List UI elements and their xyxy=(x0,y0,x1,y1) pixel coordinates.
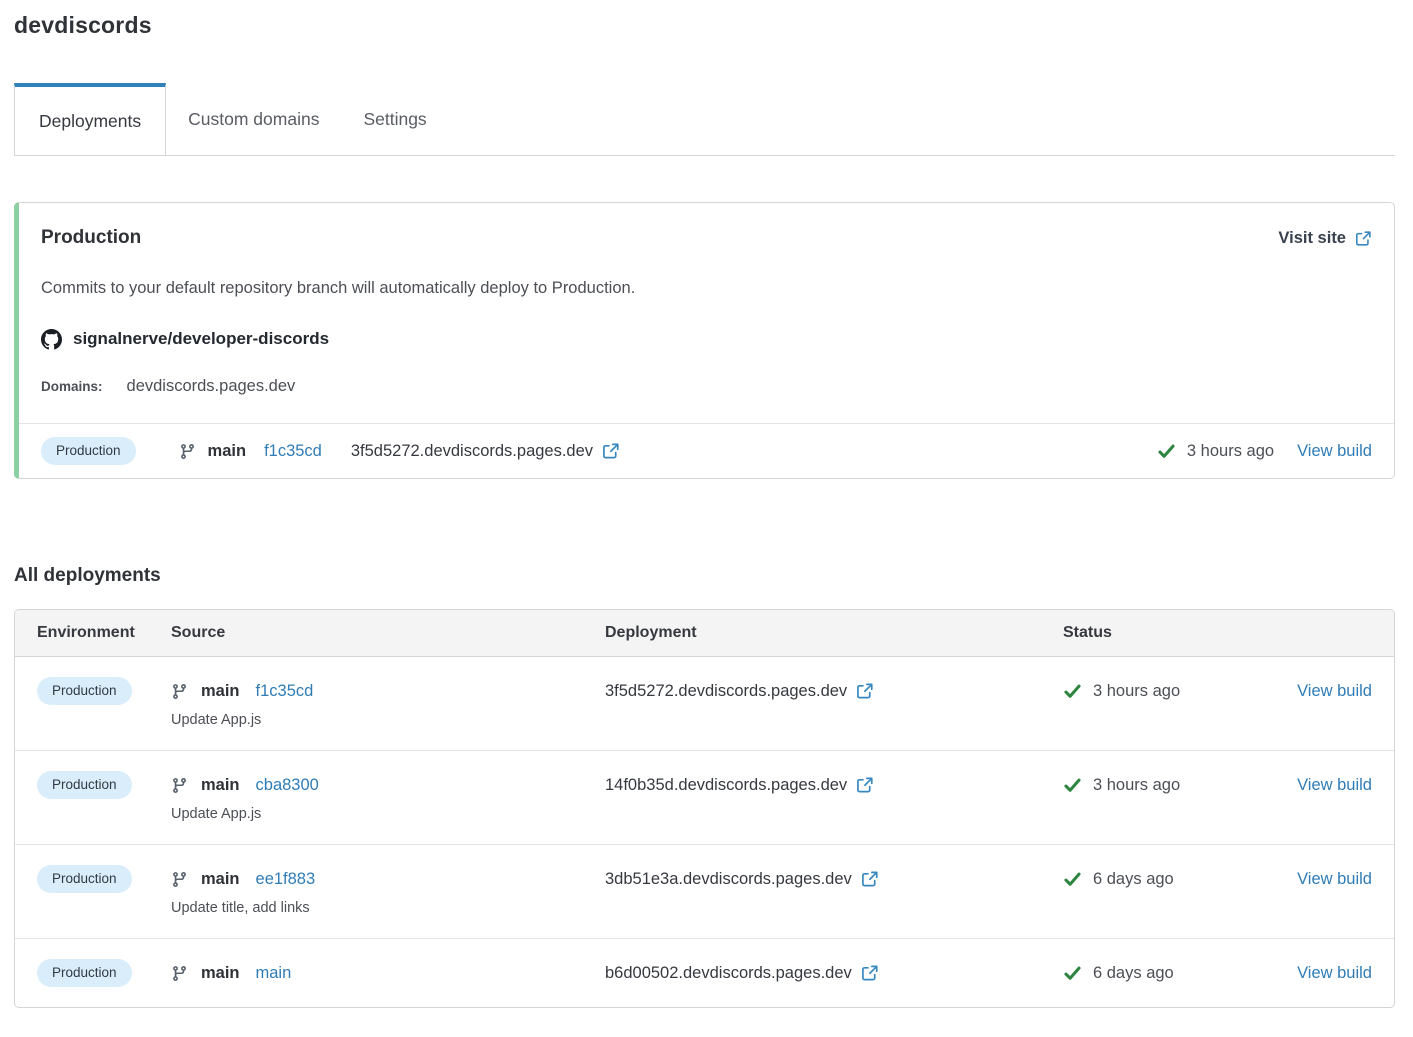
view-build-link[interactable]: View build xyxy=(1297,870,1372,889)
tab-deployments[interactable]: Deployments xyxy=(14,83,166,155)
commit-link[interactable]: cba8300 xyxy=(256,776,319,795)
commit-message: Update App.js xyxy=(171,711,605,730)
deployment-url: 3f5d5272.devdiscords.pages.dev xyxy=(605,682,847,701)
commit-link[interactable]: ee1f883 xyxy=(256,870,316,889)
external-link-icon[interactable] xyxy=(861,870,879,888)
check-icon xyxy=(1157,442,1176,461)
repo-name: signalnerve/developer-discords xyxy=(73,329,329,349)
check-icon xyxy=(1063,964,1082,983)
visit-site-label: Visit site xyxy=(1278,225,1346,251)
production-description: Commits to your default repository branc… xyxy=(41,277,1372,299)
deployment-url: b6d00502.devdiscords.pages.dev xyxy=(605,964,852,983)
deployment-url: 14f0b35d.devdiscords.pages.dev xyxy=(605,776,847,795)
environment-badge: Production xyxy=(41,437,136,465)
view-build-link[interactable]: View build xyxy=(1297,442,1372,461)
external-link-icon[interactable] xyxy=(856,682,874,700)
deployment-time: 3 hours ago xyxy=(1093,682,1180,701)
table-row: Production main ee1f883 Update title, add l… xyxy=(15,845,1394,939)
table-row: Production main main b6d00502.devdiscords.p… xyxy=(15,939,1394,1007)
domains-value: devdiscords.pages.dev xyxy=(127,377,296,396)
git-branch-icon xyxy=(171,965,188,982)
view-build-link[interactable]: View build xyxy=(1297,776,1372,795)
check-icon xyxy=(1063,682,1082,701)
commit-message: Update title, add links xyxy=(171,899,605,918)
table-row: Production main cba8300 Update App.js14f0b3… xyxy=(15,751,1394,845)
commit-link[interactable]: main xyxy=(256,964,292,983)
tab-custom-domains[interactable]: Custom domains xyxy=(166,83,341,155)
all-deployments-title: All deployments xyxy=(14,563,1395,588)
external-link-icon[interactable] xyxy=(856,776,874,794)
deployment-url: 3db51e3a.devdiscords.pages.dev xyxy=(605,870,852,889)
environment-badge: Production xyxy=(37,959,132,987)
environment-badge: Production xyxy=(37,865,132,893)
external-link-icon[interactable] xyxy=(602,442,620,460)
branch-name: main xyxy=(208,442,247,461)
page-title: devdiscords xyxy=(14,12,1395,39)
deployment-url: 3f5d5272.devdiscords.pages.dev xyxy=(351,442,593,461)
deployment-time: 6 days ago xyxy=(1093,870,1174,889)
domains-label: Domains: xyxy=(41,379,103,394)
tab-bar: Deployments Custom domains Settings xyxy=(14,83,1395,156)
environment-badge: Production xyxy=(37,771,132,799)
git-branch-icon xyxy=(171,777,188,794)
branch-name: main xyxy=(201,870,240,889)
view-build-link[interactable]: View build xyxy=(1297,682,1372,701)
git-branch-icon xyxy=(171,871,188,888)
branch-name: main xyxy=(201,776,240,795)
tab-settings[interactable]: Settings xyxy=(341,83,448,155)
git-branch-icon xyxy=(171,683,188,700)
deployment-time: 3 hours ago xyxy=(1187,442,1274,461)
table-row: Production main f1c35cd Update App.js3f5d52… xyxy=(15,657,1394,751)
environment-badge: Production xyxy=(37,677,132,705)
deployment-time: 3 hours ago xyxy=(1093,776,1180,795)
commit-link[interactable]: f1c35cd xyxy=(256,682,314,701)
table-header: Environment Source Deployment Status xyxy=(15,610,1394,657)
external-link-icon[interactable] xyxy=(861,964,879,982)
commit-message: Update App.js xyxy=(171,805,605,824)
production-card-title: Production xyxy=(41,225,141,251)
visit-site-link[interactable]: Visit site xyxy=(1278,225,1372,251)
commit-link[interactable]: f1c35cd xyxy=(264,442,322,461)
column-header-environment: Environment xyxy=(37,624,171,642)
production-card: Production Visit site Commits to your de… xyxy=(14,202,1395,479)
branch-name: main xyxy=(201,682,240,701)
check-icon xyxy=(1063,870,1082,889)
deployments-table: Environment Source Deployment Status Pro… xyxy=(14,609,1395,1008)
external-link-icon xyxy=(1355,230,1372,247)
check-icon xyxy=(1063,776,1082,795)
column-header-source: Source xyxy=(171,624,605,642)
column-header-deployment: Deployment xyxy=(605,624,1063,642)
view-build-link[interactable]: View build xyxy=(1297,964,1372,983)
git-branch-icon xyxy=(179,443,196,460)
github-icon xyxy=(41,329,62,350)
deployment-time: 6 days ago xyxy=(1093,964,1174,983)
column-header-status: Status xyxy=(1063,624,1253,642)
branch-name: main xyxy=(201,964,240,983)
production-deployment-row: Production main f1c35cd 3f5d5272.devdisc… xyxy=(19,423,1394,478)
